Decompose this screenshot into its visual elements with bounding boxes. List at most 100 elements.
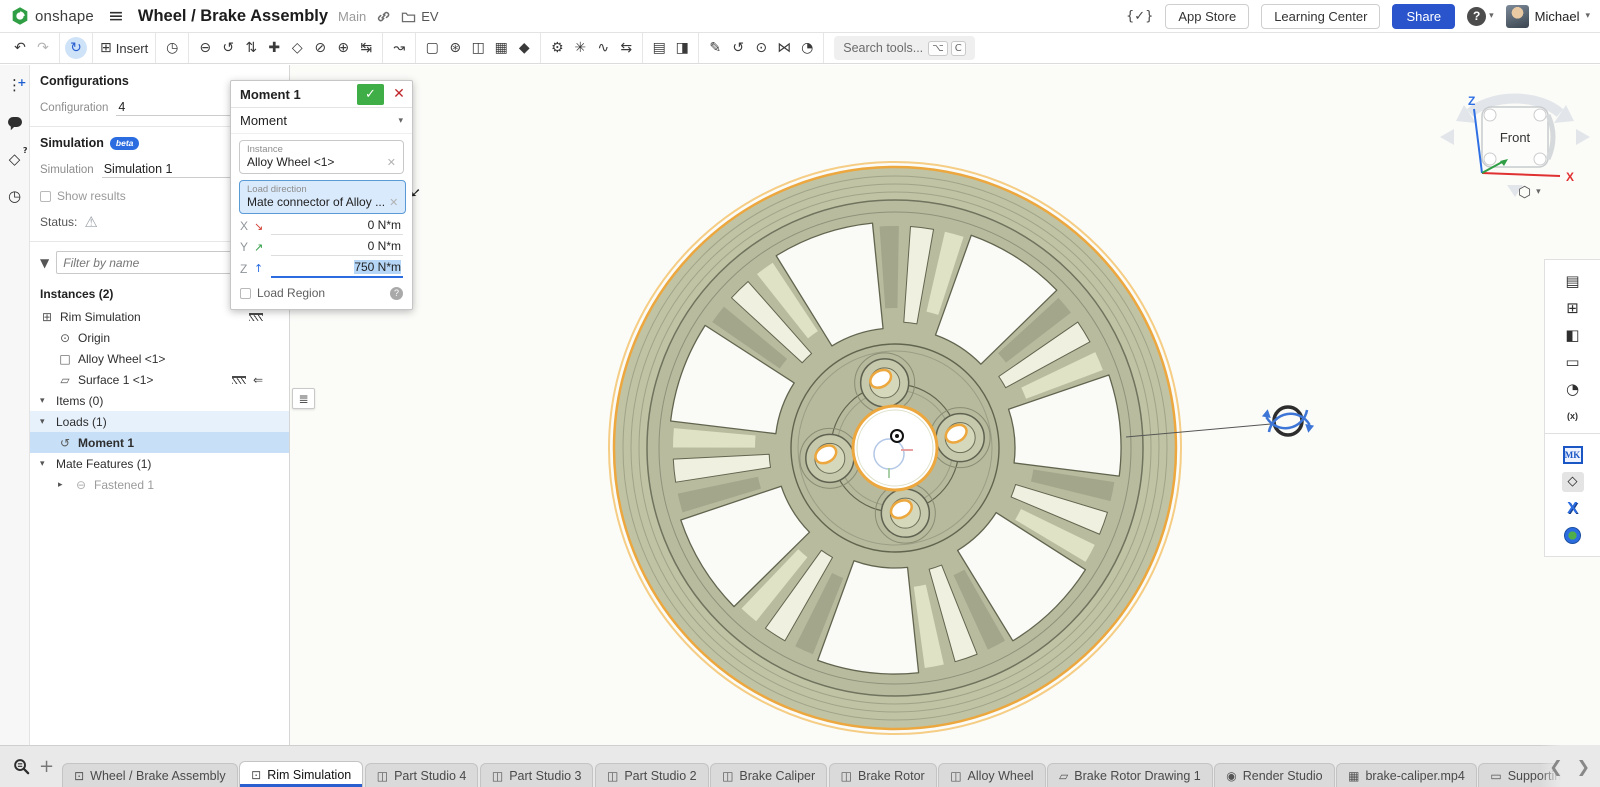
chevron-down-icon[interactable]: ▾	[40, 417, 50, 427]
assembly-structure-icon[interactable]: ⋮+	[5, 75, 25, 95]
chevron-down-icon[interactable]: ▾	[40, 396, 50, 406]
tree-expand-button[interactable]: ≣	[292, 388, 315, 409]
variables-icon[interactable]: (x)	[1558, 402, 1588, 429]
tree-row-surface-1[interactable]: ▱Surface 1 <1>⇐	[30, 369, 289, 390]
tree-row-mate-features-header[interactable]: ▾Mate Features (1)	[30, 453, 289, 474]
cylindrical-mate-button[interactable]: ⊘	[309, 37, 331, 59]
wheel-3d-model[interactable]	[290, 65, 1600, 745]
tab-part-studio-3[interactable]: ◫Part Studio 3	[480, 763, 594, 787]
globe-app-icon[interactable]	[1558, 522, 1588, 549]
user-menu[interactable]: Michael ▾	[1506, 5, 1590, 28]
revolute-mate-button[interactable]: ↺	[217, 37, 239, 59]
tab-alloy-wheel[interactable]: ◫Alloy Wheel	[938, 763, 1045, 787]
circular-pattern-button[interactable]: ▦	[490, 37, 512, 59]
measure-button[interactable]: ◨	[671, 37, 693, 59]
add-tab-button[interactable]: +	[39, 756, 54, 777]
exploded-view-button[interactable]: ◆	[513, 37, 535, 59]
clear-icon[interactable]: ✕	[385, 196, 398, 209]
mate-connector-button[interactable]: ◷	[161, 37, 183, 59]
warning-icon[interactable]: ⚠	[84, 213, 97, 231]
named-positions-button[interactable]: ⚙	[546, 37, 568, 59]
scroll-right-icon[interactable]: ❯	[1577, 757, 1590, 776]
tab-wheel-brake-assembly[interactable]: ⊡Wheel / Brake Assembly	[62, 763, 238, 787]
spring-button[interactable]: ∿	[592, 37, 614, 59]
help-icon[interactable]: ?	[390, 287, 403, 300]
tree-row-fastened-1[interactable]: ▸⊖Fastened 1	[30, 474, 289, 495]
search-tools[interactable]: Search tools... ⌥C	[834, 36, 974, 60]
tree-row-loads-header[interactable]: ▾Loads (1)	[30, 411, 289, 432]
chevron-right-icon[interactable]: ▸	[58, 480, 68, 490]
view-options-button[interactable]: ⬡ ▾	[1518, 183, 1541, 201]
axis-value-input[interactable]: 750 N*m	[271, 259, 403, 278]
tree-row-moment-1[interactable]: ↺Moment 1	[30, 432, 289, 453]
cancel-button[interactable]: ✕	[389, 86, 409, 102]
planar-mate-button[interactable]: ✚	[263, 37, 285, 59]
load-region-checkbox[interactable]	[240, 288, 251, 299]
pressure-load-button[interactable]: ⊙	[750, 37, 772, 59]
x-app-icon[interactable]: X	[1558, 495, 1588, 522]
bom-table-button[interactable]: ▤	[648, 37, 670, 59]
scroll-left-icon[interactable]: ❮	[1549, 757, 1562, 776]
viewport-3d[interactable]: Front Z X ⬡ ▾ ▤⊞◧▭◔(x) MK◇X	[290, 65, 1600, 745]
mate-connector-picker-icon[interactable]: ➘	[410, 186, 421, 201]
tab-part-studio-2[interactable]: ◫Part Studio 2	[595, 763, 709, 787]
measure-dock-icon[interactable]: ▭	[1558, 348, 1588, 375]
learning-center-button[interactable]: Learning Center	[1261, 4, 1380, 29]
show-results-checkbox[interactable]	[40, 191, 51, 202]
comparison-list-icon[interactable]: ▤	[1558, 267, 1588, 294]
filter-icon[interactable]: ▼	[40, 256, 49, 270]
moment-load-button[interactable]: ↺	[727, 37, 749, 59]
fastened-mate-button[interactable]: ⊖	[194, 37, 216, 59]
featurescript-icon[interactable]: {✓}	[1126, 9, 1153, 24]
bearing-load-button[interactable]: ⋈	[773, 37, 795, 59]
project-folder[interactable]: EV	[401, 9, 438, 24]
tangent-mate-button[interactable]: ↹	[355, 37, 377, 59]
tab-brake-caliper[interactable]: ◫Brake Caliper	[710, 763, 827, 787]
onshape-logo[interactable]: onshape	[10, 6, 94, 26]
share-button[interactable]: Share	[1392, 4, 1455, 29]
comments-icon[interactable]	[5, 112, 25, 132]
material-library-icon[interactable]: ◔	[1558, 375, 1588, 402]
pin-slot-mate-button[interactable]: ⊕	[332, 37, 354, 59]
accept-button[interactable]: ✓	[357, 84, 384, 105]
tree-row-origin[interactable]: ⊙Origin	[30, 327, 289, 348]
linear-pattern-button[interactable]: ◫	[467, 37, 489, 59]
torque-load-button[interactable]: ◔	[796, 37, 818, 59]
bom-cube-icon[interactable]: ⊞	[1558, 294, 1588, 321]
help-menu[interactable]: ? ▾	[1467, 7, 1494, 26]
insert-button[interactable]: ⊞Insert	[98, 37, 150, 59]
clear-icon[interactable]: ✕	[383, 156, 396, 169]
force-load-button[interactable]: ✎	[704, 37, 726, 59]
tree-row-alloy-wheel[interactable]: □Alloy Wheel <1>	[30, 348, 289, 369]
tab-render-studio[interactable]: ◉Render Studio	[1214, 763, 1334, 787]
mk-app-icon[interactable]: MK	[1558, 441, 1588, 468]
load-type-select[interactable]: Moment ▾	[231, 108, 412, 134]
cube-app-icon[interactable]: ◇	[1558, 468, 1588, 495]
search-tabs-icon[interactable]	[12, 757, 31, 776]
tab-brake-rotor-drawing-1[interactable]: ▱Brake Rotor Drawing 1	[1047, 763, 1213, 787]
replicate-button[interactable]: ⊛	[444, 37, 466, 59]
chevron-down-icon[interactable]: ▾	[40, 459, 50, 469]
link-icon[interactable]	[376, 9, 391, 24]
rotate-button[interactable]: ↻	[65, 37, 87, 59]
undo-button[interactable]: ↶	[9, 37, 31, 59]
display-states-button[interactable]: ✳	[569, 37, 591, 59]
tab-brake-rotor[interactable]: ◫Brake Rotor	[829, 763, 937, 787]
load-direction-field[interactable]: Load direction Mate connector of Alloy .…	[239, 180, 406, 214]
history-icon[interactable]: ◷	[5, 186, 25, 206]
instance-field[interactable]: Instance Alloy Wheel <1> ✕	[239, 140, 404, 174]
tab-rim-simulation[interactable]: ⊡Rim Simulation	[239, 761, 363, 787]
app-store-button[interactable]: App Store	[1165, 4, 1249, 29]
ball-mate-button[interactable]: ◇	[286, 37, 308, 59]
axis-value-input[interactable]: 0 N*m	[271, 238, 403, 256]
slider-mate-button[interactable]: ⇅	[240, 37, 262, 59]
part-configuration-icon[interactable]: ◧	[1558, 321, 1588, 348]
relation-button[interactable]: ↝	[388, 37, 410, 59]
view-cube[interactable]: Front Z X	[1430, 75, 1600, 205]
tree-row-items-header[interactable]: ▾Items (0)	[30, 390, 289, 411]
workspace-name[interactable]: Main	[338, 9, 366, 24]
help-cube-icon[interactable]: ◇?	[5, 149, 25, 169]
axis-value-input[interactable]: 0 N*m	[271, 217, 403, 235]
tab-brake-caliper-mp4[interactable]: ▦brake-caliper.mp4	[1336, 763, 1477, 787]
tab-part-studio-4[interactable]: ◫Part Studio 4	[365, 763, 479, 787]
